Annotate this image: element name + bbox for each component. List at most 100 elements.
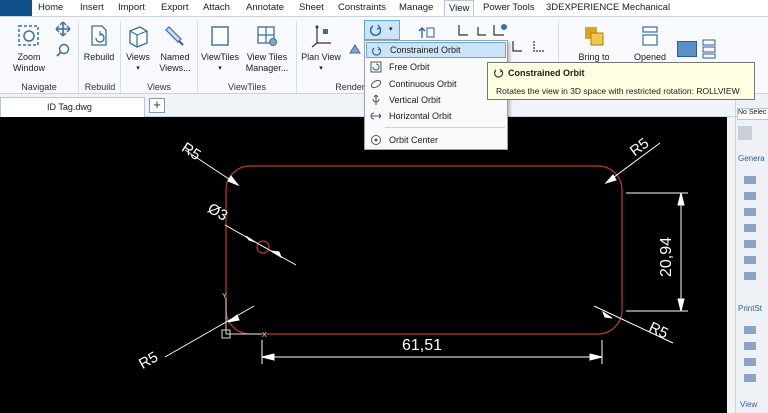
menu-item-horizontal-orbit[interactable]: Horizontal Orbit: [366, 108, 506, 124]
tooltip-description: Rotates the view in 3D space with restri…: [496, 86, 740, 96]
plan-view-dropdown-arrow[interactable]: ▾: [299, 63, 343, 74]
viewtiles-label: ViewTiles: [200, 52, 239, 62]
radius-label-bottom-left: R5: [136, 349, 161, 373]
menu-separator: [385, 127, 505, 128]
property-icons: [744, 176, 756, 286]
bring-to-front-icon: [585, 27, 604, 46]
named-views-button[interactable]: Named Views...: [157, 23, 193, 74]
view-tiles-manager-button[interactable]: View Tiles Manager...: [243, 23, 291, 74]
ribbon-separator: [296, 21, 297, 93]
group-label-navigate: Navigate: [21, 82, 57, 92]
orbit-center-icon: [371, 135, 381, 145]
menu-item-orbit-center[interactable]: Orbit Center: [366, 132, 506, 148]
menu-item-label: Orbit Center: [389, 135, 439, 145]
ucs-y-label: Y: [222, 293, 227, 300]
vertical-orbit-icon: [372, 94, 380, 105]
rebuild-button[interactable]: Rebuild: [82, 23, 116, 63]
ucs-more-icons[interactable]: [510, 39, 552, 55]
menu-item-vertical-orbit[interactable]: Vertical Orbit: [366, 92, 506, 108]
tab-insert[interactable]: Insert: [80, 2, 104, 13]
menu-item-constrained-orbit[interactable]: Constrained Orbit: [366, 42, 506, 58]
zoom-icon[interactable]: [56, 43, 70, 57]
new-document-button[interactable]: +: [149, 98, 165, 113]
rebuild-label: Rebuild: [83, 52, 115, 62]
zoom-window-icon: [18, 25, 39, 46]
orbit-split-button[interactable]: ▾: [364, 20, 400, 40]
arrowhead: [677, 298, 685, 312]
menu-item-free-orbit[interactable]: Free Orbit: [366, 59, 506, 75]
group-label-rebuild: Rebuild: [84, 82, 116, 92]
tab-constraints[interactable]: Constraints: [338, 2, 386, 13]
tab-export[interactable]: Export: [161, 2, 188, 13]
menu-item-label: Horizontal Orbit: [389, 111, 452, 121]
view-tiles-manager-label: View Tiles Manager...: [245, 52, 289, 73]
arrowhead: [677, 192, 685, 206]
ucs-icons[interactable]: [456, 23, 516, 39]
tab-annotate[interactable]: Annotate: [246, 2, 284, 13]
arrowhead: [601, 310, 613, 319]
tag-outline: [225, 165, 623, 335]
ribbon-separator: [78, 21, 79, 93]
ucs-axis-icon: [221, 298, 262, 339]
free-orbit-icon: [370, 61, 382, 73]
general-section-label[interactable]: Genera: [738, 154, 765, 163]
opened-button[interactable]: Opened: [628, 23, 672, 63]
hole-circle: [256, 240, 270, 254]
views-dropdown-arrow[interactable]: ▾: [123, 63, 153, 74]
views-button[interactable]: Views ▾: [123, 23, 153, 74]
file-menu-button[interactable]: [0, 0, 32, 16]
menu-item-continuous-orbit[interactable]: Continuous Orbit: [366, 76, 506, 92]
zoom-window-button[interactable]: Zoom Window: [8, 23, 50, 74]
tab-attach[interactable]: Attach: [203, 2, 230, 13]
named-views-label: Named Views...: [159, 52, 191, 73]
tab-import[interactable]: Import: [118, 2, 145, 13]
leader-line: [164, 305, 255, 358]
tab-power-tools[interactable]: Power Tools: [483, 2, 535, 13]
diameter-leader: [224, 224, 297, 266]
rebuild-icon: [91, 25, 107, 46]
group-label-render: Render: [335, 82, 365, 92]
canvas-scrollbar[interactable]: [727, 117, 735, 413]
menu-item-label: Vertical Orbit: [389, 95, 441, 105]
printstyle-section-label[interactable]: PrintSt: [738, 304, 762, 313]
panel-toggle-icon[interactable]: [738, 126, 752, 140]
view-direction-icon[interactable]: [418, 25, 436, 39]
viewtiles-dropdown-arrow[interactable]: ▾: [200, 63, 240, 74]
ucs-x-label: X: [262, 332, 267, 339]
named-views-icon: [165, 26, 184, 46]
views-cube-icon: [129, 26, 148, 48]
tab-manage[interactable]: Manage: [399, 2, 433, 13]
properties-panel: No Selec Genera PrintSt View: [735, 94, 768, 413]
radius-label-bottom-right: R5: [646, 319, 671, 343]
tab-home[interactable]: Home: [38, 2, 63, 13]
document-tab-label: ID Tag.dwg: [47, 102, 92, 112]
window-stack-icon[interactable]: [702, 39, 716, 59]
viewtiles-button[interactable]: ViewTiles ▾: [200, 23, 240, 74]
tab-view[interactable]: View: [444, 0, 475, 16]
selection-field[interactable]: No Selec: [737, 108, 768, 120]
arrowhead: [227, 314, 240, 323]
drawing-canvas[interactable]: Y X R5 R5 R5 R5 Ø3 61,51 20,94: [0, 117, 727, 413]
pan-icon[interactable]: [55, 21, 71, 37]
tab-sheet[interactable]: Sheet: [299, 2, 324, 13]
plan-view-button[interactable]: Plan View ▾: [299, 23, 343, 74]
radius-label-top-right: R5: [627, 135, 653, 160]
constrained-orbit-icon: [371, 46, 382, 56]
height-label: 20,94: [658, 237, 675, 277]
window-tile-icon[interactable]: [677, 41, 697, 57]
bring-to-button[interactable]: Bring to: [572, 23, 616, 63]
tab-3dexperience[interactable]: 3DEXPERIENCE: [546, 2, 619, 13]
tooltip: Constrained Orbit Rotates the view in 3D…: [487, 62, 755, 100]
menu-item-label: Constrained Orbit: [390, 45, 461, 55]
document-tab[interactable]: ID Tag.dwg: [0, 97, 145, 117]
ribbon-separator: [120, 21, 121, 93]
menu-item-label: Continuous Orbit: [389, 79, 457, 89]
opened-documents-icon: [642, 26, 658, 46]
orbit-dropdown-arrow[interactable]: ▾: [389, 25, 393, 33]
continuous-orbit-icon: [370, 79, 382, 89]
render-icon[interactable]: [348, 43, 362, 55]
constrained-orbit-icon: [493, 68, 504, 78]
view-section-label[interactable]: View: [740, 400, 757, 409]
printstyle-icons: [744, 326, 756, 390]
tab-mechanical[interactable]: Mechanical: [622, 2, 670, 13]
